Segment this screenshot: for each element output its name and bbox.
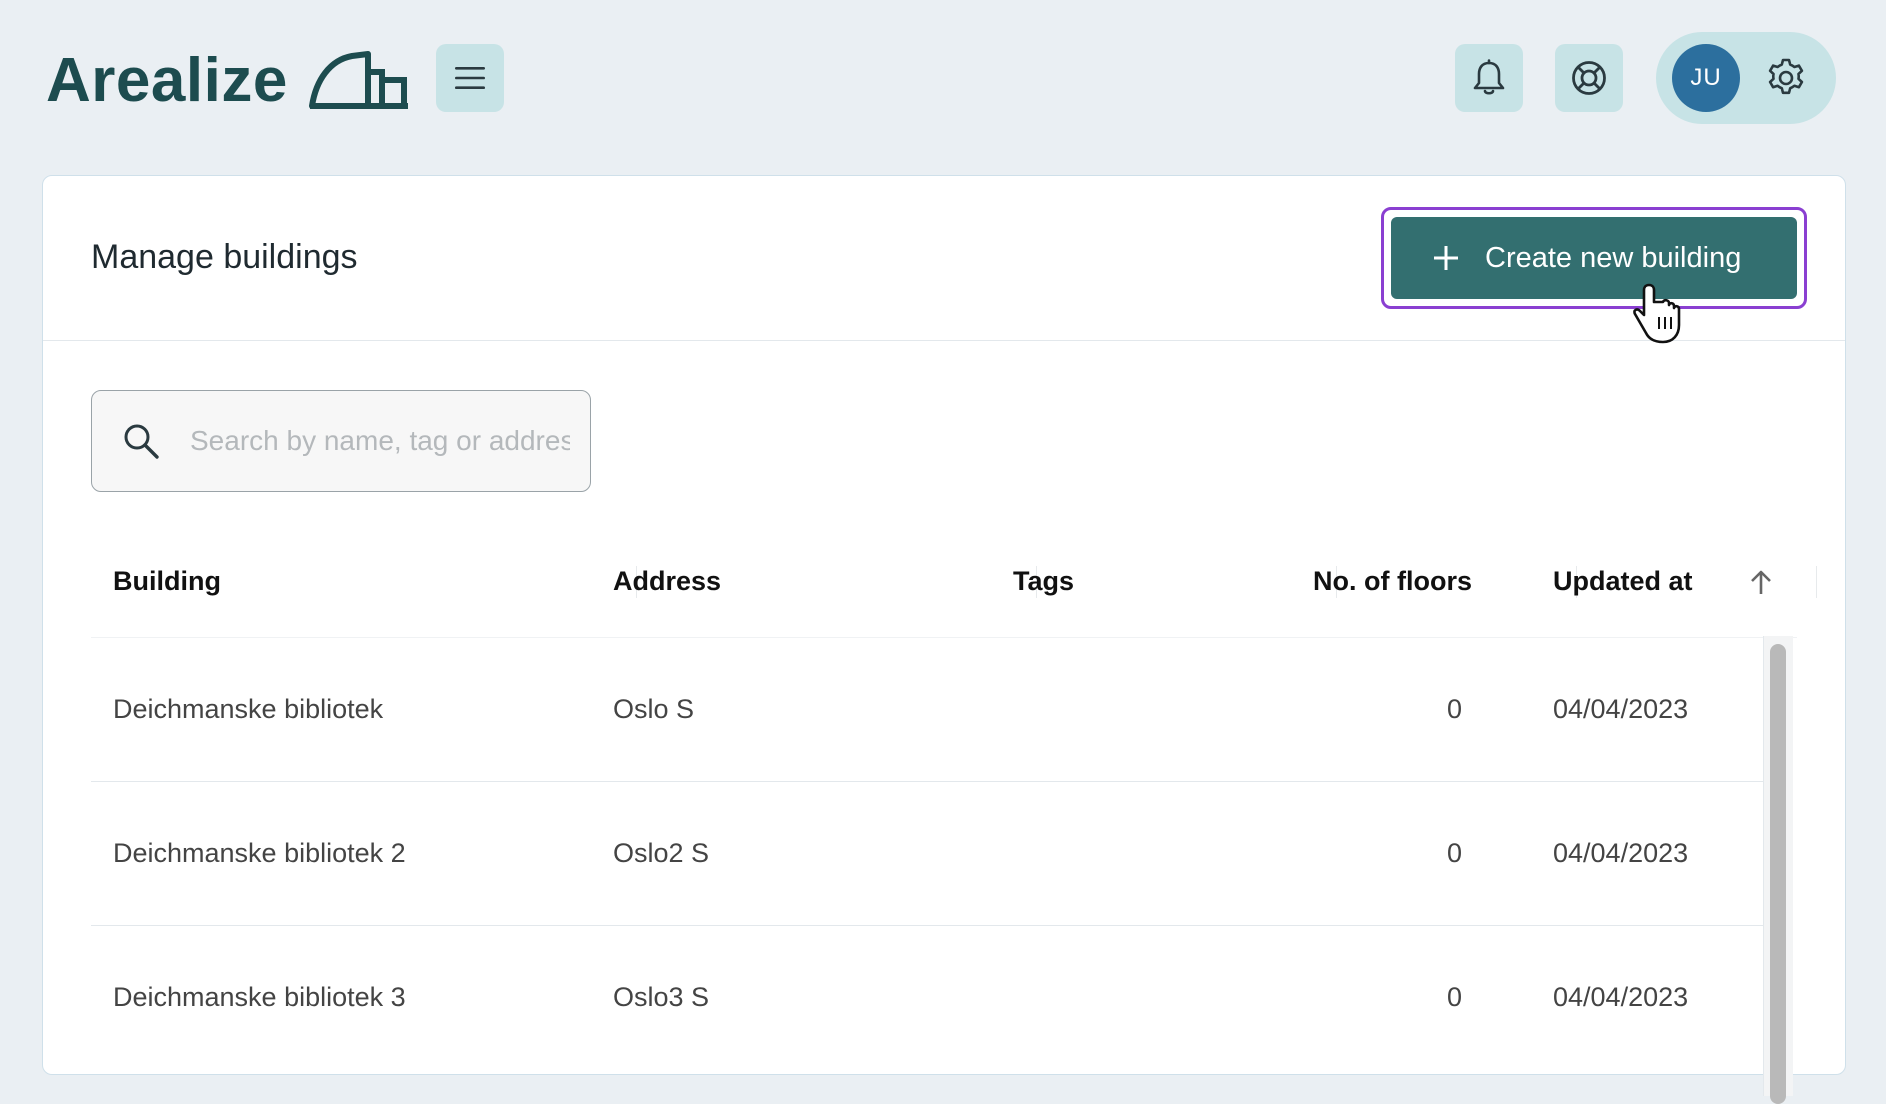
- scrollbar-thumb[interactable]: [1770, 644, 1786, 1104]
- cell-updated-at: 04/04/2023: [1553, 838, 1689, 868]
- table-row[interactable]: Deichmanske bibliotek 2 Oslo2 S 0 04/04/…: [91, 782, 1767, 926]
- column-header-tags[interactable]: Tags: [1013, 566, 1074, 597]
- create-new-building-button[interactable]: Create new building: [1391, 217, 1797, 299]
- table-row[interactable]: Deichmanske bibliotek 3 Oslo3 S 0 04/04/…: [91, 926, 1767, 1070]
- column-header-address[interactable]: Address: [613, 566, 721, 597]
- create-button-label: Create new building: [1485, 241, 1742, 274]
- cell-building: Deichmanske bibliotek 3: [113, 982, 406, 1012]
- building-logo-icon: [308, 51, 408, 109]
- column-header-updated-at[interactable]: Updated at: [1553, 566, 1693, 597]
- notifications-button[interactable]: [1455, 44, 1523, 112]
- table-row[interactable]: Deichmanske bibliotek Oslo S 0 04/04/202…: [91, 638, 1767, 782]
- avatar[interactable]: JU: [1672, 44, 1740, 112]
- column-header-building[interactable]: Building: [113, 566, 221, 597]
- buildings-table: Building Address Tags No. of floors Upda…: [91, 528, 1817, 1088]
- gear-icon[interactable]: [1764, 56, 1808, 100]
- lifebuoy-icon: [1572, 61, 1606, 95]
- column-header-floors[interactable]: No. of floors: [1313, 566, 1472, 597]
- sort-ascending-arrow-icon[interactable]: [1748, 568, 1774, 596]
- cell-building: Deichmanske bibliotek: [113, 694, 384, 724]
- brand-name: Arealize: [46, 46, 288, 115]
- buildings-card: Manage buildings Create new building Bui…: [42, 175, 1846, 1104]
- table-header: Building Address Tags No. of floors Upda…: [91, 528, 1817, 638]
- menu-button[interactable]: [436, 44, 504, 112]
- cell-floors: 0: [1447, 694, 1463, 724]
- plus-icon: [1434, 246, 1458, 270]
- page-title: Manage buildings: [91, 238, 358, 276]
- cell-updated-at: 04/04/2023: [1553, 694, 1689, 724]
- cell-building: Deichmanske bibliotek 2: [113, 838, 406, 868]
- cell-floors: 0: [1447, 982, 1463, 1012]
- search-input[interactable]: [190, 425, 570, 457]
- card-header: Manage buildings Create new building: [43, 176, 1845, 344]
- cell-floors: 0: [1447, 838, 1463, 868]
- column-divider: [1816, 566, 1817, 598]
- search-icon: [124, 424, 159, 459]
- top-bar: Arealize JU: [0, 0, 1886, 160]
- hand-pointer-cursor-icon: [1633, 283, 1681, 344]
- brand-logo[interactable]: Arealize: [46, 46, 420, 116]
- cell-address: Oslo S: [613, 694, 695, 724]
- user-menu[interactable]: JU: [1656, 32, 1836, 124]
- cell-updated-at: 04/04/2023: [1553, 982, 1689, 1012]
- search-field[interactable]: [91, 390, 591, 492]
- cell-address: Oslo2 S: [613, 838, 710, 868]
- bell-icon: [1473, 59, 1505, 95]
- help-button[interactable]: [1555, 44, 1623, 112]
- avatar-initials: JU: [1690, 64, 1722, 91]
- cell-address: Oslo3 S: [613, 982, 710, 1012]
- hamburger-menu-icon: [455, 67, 485, 89]
